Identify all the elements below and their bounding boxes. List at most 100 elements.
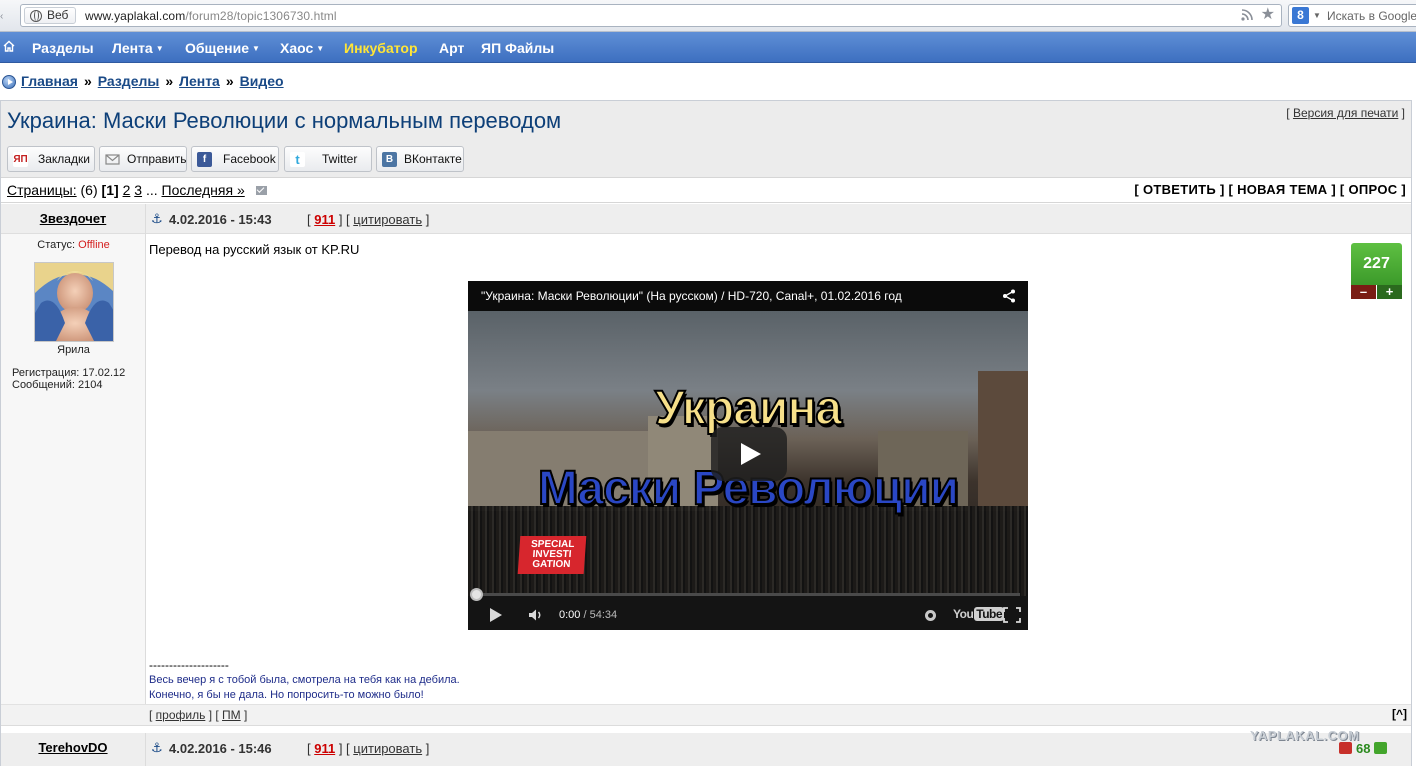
nav-item-khaos[interactable]: Хаос ▼: [280, 40, 324, 56]
url-text[interactable]: www.yaplakal.com/forum28/topic1306730.ht…: [85, 9, 337, 23]
google-search-icon[interactable]: 8: [1292, 7, 1309, 24]
print-version: [ Версия для печати ]: [1286, 106, 1405, 120]
nav-item-razdely[interactable]: Разделы: [32, 40, 94, 56]
pages-label[interactable]: Страницы:: [7, 182, 77, 198]
nav-item-art[interactable]: Арт: [439, 40, 464, 56]
post-links: [ 911 ] [ цитировать ]: [307, 741, 430, 756]
subscribe-mail-icon[interactable]: [255, 186, 267, 195]
browser-chrome: ‹ Веб www.yaplakal.com/forum28/topic1306…: [0, 0, 1416, 32]
facebook-icon: f: [197, 152, 212, 167]
video-time: 0:00 / 54:34: [559, 609, 617, 621]
breadcrumb-video[interactable]: Видео: [240, 73, 284, 89]
youtube-logo[interactable]: You Tube: [952, 607, 1005, 621]
user-panel: Статус: Offline Ярила Регистрация: 17.02…: [1, 234, 146, 704]
post-author-link[interactable]: Звездочет: [40, 211, 107, 226]
breadcrumb-home[interactable]: Главная: [21, 73, 78, 89]
site-info-chip[interactable]: Веб: [24, 7, 76, 24]
post-number-link[interactable]: 911: [314, 741, 335, 756]
rating-plus-button[interactable]: +: [1377, 285, 1402, 299]
post-number-link[interactable]: 911: [314, 212, 335, 227]
bookmark-star-icon[interactable]: ★: [1261, 6, 1275, 24]
play-button[interactable]: [711, 427, 787, 481]
breadcrumb-lenta[interactable]: Лента: [179, 73, 220, 89]
post-text: Перевод на русский язык от KP.RU: [149, 242, 360, 257]
quote-link[interactable]: цитировать: [353, 741, 422, 756]
page-link-last[interactable]: Последняя »: [162, 182, 245, 198]
nav-item-label: Разделы: [32, 40, 94, 56]
rating-minus-button[interactable]: –: [1351, 285, 1376, 299]
post-footer: [ профиль ] [ ПМ ] [^]: [1, 704, 1411, 726]
rating-minus-button[interactable]: [1339, 742, 1352, 754]
video-player[interactable]: "Украина: Маски Революции" (На русском) …: [468, 281, 1028, 630]
anchor-icon[interactable]: ⚓: [151, 211, 163, 227]
print-version-link[interactable]: Версия для печати: [1293, 106, 1398, 120]
anchor-icon[interactable]: ⚓: [151, 740, 163, 756]
rss-icon[interactable]: [1241, 9, 1253, 21]
new-topic-button[interactable]: НОВАЯ ТЕМА: [1237, 182, 1327, 197]
share-button-label: ВКонтакте: [404, 152, 462, 166]
share-button-label: Отправить: [127, 152, 187, 166]
pm-link[interactable]: ПМ: [222, 708, 241, 722]
nav-item-label: Общение: [185, 40, 249, 56]
share-twitter-button[interactable]: t Twitter: [284, 146, 372, 172]
post-header: TerehovDO ⚓ 4.02.2016 - 15:46 [ 911 ] [ …: [1, 733, 1411, 766]
home-icon[interactable]: [3, 40, 15, 52]
signature-line-2: Конечно, я бы не дала. Но попросить-то м…: [149, 689, 424, 701]
poll-button[interactable]: ОПРОС: [1348, 182, 1397, 197]
page-link-3[interactable]: 3: [134, 182, 142, 198]
play-icon[interactable]: [490, 608, 502, 622]
profile-link[interactable]: профиль: [156, 708, 206, 722]
post-author-link[interactable]: TerehovDO: [38, 740, 107, 755]
back-arrow-icon[interactable]: ‹: [0, 11, 8, 22]
chevron-down-icon: ▼: [316, 44, 325, 53]
nav-item-yap-files[interactable]: ЯП Файлы: [481, 40, 554, 56]
volume-icon[interactable]: [528, 608, 544, 622]
user-status-label: Статус:: [37, 239, 76, 251]
share-icon[interactable]: [1002, 289, 1016, 303]
nav-item-label: Инкубатор: [344, 40, 418, 56]
signature-divider: --------------------: [149, 658, 229, 672]
share-send-button[interactable]: Отправить: [99, 146, 187, 172]
reply-button[interactable]: ОТВЕТИТЬ: [1143, 182, 1216, 197]
video-scrubber-handle[interactable]: [470, 588, 483, 601]
vk-icon: В: [382, 152, 397, 167]
post-links: [ 911 ] [ цитировать ]: [307, 212, 430, 227]
video-title[interactable]: "Украина: Маски Революции" (На русском) …: [481, 289, 902, 303]
quote-link[interactable]: цитировать: [353, 212, 422, 227]
video-progress-bar[interactable]: [476, 593, 1020, 596]
gear-icon[interactable]: [925, 610, 936, 621]
share-facebook-button[interactable]: f Facebook: [191, 146, 279, 172]
chevron-down-icon[interactable]: ▼: [1313, 11, 1321, 20]
signature-line-1: Весь вечер я с тобой была, смотрела на т…: [149, 674, 460, 686]
user-registration: Регистрация: 17.02.12: [12, 367, 126, 379]
site-nav: Разделы Лента ▼ Общение ▼ Хаос ▼ Инкубатор …: [0, 32, 1416, 63]
page-current-number: 1: [106, 182, 114, 198]
user-status: Статус: Offline: [1, 239, 146, 251]
nav-item-obshchenie[interactable]: Общение ▼: [185, 40, 260, 56]
youtube-logo-you: You: [953, 607, 974, 621]
rating-value: 68: [1356, 741, 1371, 756]
post-body: Статус: Offline Ярила Регистрация: 17.02…: [1, 234, 1411, 704]
nav-item-lenta[interactable]: Лента ▼: [112, 40, 164, 56]
fullscreen-icon[interactable]: [1003, 607, 1021, 623]
pages-count: (6): [80, 182, 98, 198]
breadcrumb-razdely[interactable]: Разделы: [98, 73, 160, 89]
page-link-2[interactable]: 2: [123, 182, 131, 198]
search-box[interactable]: 8 ▼ Искать в Google: [1288, 4, 1416, 27]
site-info-label: Веб: [47, 8, 69, 22]
avatar[interactable]: [34, 262, 114, 342]
url-path: /forum28/topic1306730.html: [185, 9, 337, 23]
share-vk-button[interactable]: В ВКонтакте: [376, 146, 464, 172]
topic-actions: [ ОТВЕТИТЬ ] [ НОВАЯ ТЕМА ] [ ОПРОС ]: [1134, 182, 1406, 197]
post-author: TerehovDO: [1, 733, 146, 766]
globe-icon: [30, 10, 42, 22]
address-bar[interactable]: Веб www.yaplakal.com/forum28/topic130673…: [20, 4, 1282, 27]
scroll-top-button[interactable]: [^]: [1392, 707, 1407, 721]
chevron-down-icon: ▼: [155, 44, 164, 53]
pagination-bar: Страницы: (6) [1] 2 3 ... Последняя » [ …: [1, 179, 1411, 203]
nav-item-inkubator[interactable]: Инкубатор: [344, 40, 418, 56]
rating-plus-button[interactable]: [1374, 742, 1388, 754]
share-bookmarks-button[interactable]: ЯП Закладки: [7, 146, 95, 172]
post-header: Звездочет ⚓ 4.02.2016 - 15:43 [ 911 ] [ …: [1, 204, 1411, 234]
avatar-image: [35, 263, 113, 341]
